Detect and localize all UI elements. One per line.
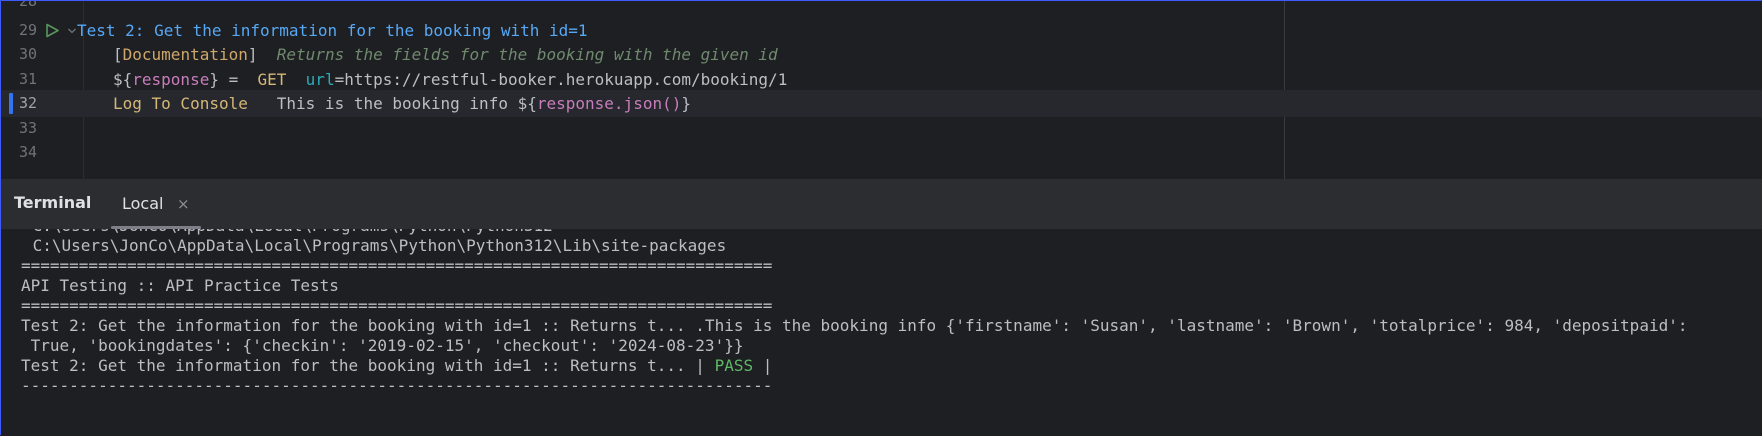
terminal-output[interactable]: C:\Users\JonCo\AppData\Local\Programs\Py… xyxy=(1,229,1762,436)
code-line[interactable]: 34 xyxy=(1,139,1762,166)
terminal-line: ========================================… xyxy=(21,256,773,275)
terminal-line: ----------------------------------------… xyxy=(21,376,773,395)
run-test-icon[interactable] xyxy=(45,23,60,38)
terminal-line: True, 'bookingdates': {'checkin': '2019-… xyxy=(21,336,744,355)
tab-local[interactable]: Local × xyxy=(111,179,201,229)
close-icon[interactable]: × xyxy=(177,195,190,213)
terminal-line: ========================================… xyxy=(21,296,773,315)
terminal-line: API Testing :: API Practice Tests xyxy=(21,276,339,295)
log-statement: Log To Console This is the booking info … xyxy=(113,94,691,113)
line-number: 33 xyxy=(18,119,37,137)
code-line[interactable]: 28 xyxy=(1,1,1762,15)
line-number: 29 xyxy=(18,21,37,39)
get-request-statement: ${response} = GET url=https://restful-bo… xyxy=(113,70,788,89)
terminal-line: Test 2: Get the information for the book… xyxy=(21,316,1688,335)
terminal-result-line: Test 2: Get the information for the book… xyxy=(21,356,773,375)
line-number: 32 xyxy=(18,94,37,112)
pass-status: PASS xyxy=(714,356,754,375)
code-editor[interactable]: 28 29 Test 2: Get the information for th… xyxy=(1,1,1762,179)
terminal-line: C:\Users\JonCo\AppData\Local\Programs\Py… xyxy=(23,236,727,255)
code-line[interactable]: 31 ${response} = GET url=https://restful… xyxy=(1,66,1762,93)
code-line[interactable]: 29 Test 2: Get the information for the b… xyxy=(1,17,1762,44)
code-line[interactable]: 33 xyxy=(1,115,1762,142)
fold-chevron-icon[interactable] xyxy=(67,26,77,36)
line-number: 34 xyxy=(18,143,37,161)
code-line[interactable]: 30 [Documentation] Returns the fields fo… xyxy=(1,41,1762,68)
documentation-statement: [Documentation] Returns the fields for t… xyxy=(113,45,778,64)
line-number: 28 xyxy=(18,1,37,10)
terminal-toolbar: Terminal Local × xyxy=(1,179,1762,229)
terminal-title: Terminal xyxy=(14,193,92,212)
documentation-text: Returns the fields for the booking with … xyxy=(276,45,778,64)
line-number: 30 xyxy=(18,45,37,63)
code-line-current[interactable]: 32 Log To Console This is the booking in… xyxy=(1,90,1762,117)
tab-label: Local xyxy=(122,194,164,213)
test-case-name: Test 2: Get the information for the book… xyxy=(77,21,588,40)
line-number: 31 xyxy=(18,70,37,88)
